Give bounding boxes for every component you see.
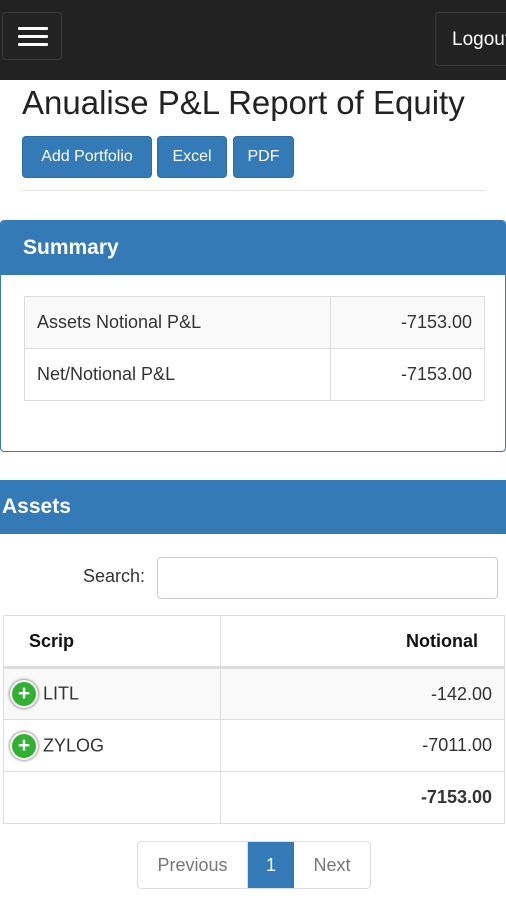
divider: [22, 190, 486, 191]
hamburger-icon-bar: [18, 35, 48, 38]
summary-table: Assets Notional P&L -7153.00 Net/Notiona…: [24, 296, 485, 401]
summary-panel: Summary Assets Notional P&L -7153.00 Net…: [0, 220, 506, 452]
summary-row-value: -7153.00: [330, 348, 485, 401]
column-header-scrip[interactable]: Scrip: [3, 615, 221, 669]
logout-button[interactable]: Logout: [435, 12, 506, 66]
plus-circle-icon[interactable]: +: [10, 680, 38, 708]
top-navbar: Logout: [0, 0, 506, 80]
column-header-notional[interactable]: Notional: [220, 615, 505, 669]
search-input[interactable]: [157, 557, 498, 599]
assets-panel-title: Assets: [0, 480, 506, 534]
pagination-next-button[interactable]: Next: [294, 842, 370, 888]
notional-cell: -142.00: [220, 667, 505, 720]
pdf-export-button[interactable]: PDF: [233, 136, 294, 178]
summary-row-label: Assets Notional P&L: [24, 296, 331, 349]
page-title: Anualise P&L Report of Equity: [22, 84, 465, 121]
summary-row: Assets Notional P&L -7153.00: [24, 296, 485, 349]
scrip-name: ZYLOG: [43, 735, 105, 755]
search-label: Search:: [83, 566, 146, 586]
pagination-page-1[interactable]: 1: [248, 842, 294, 888]
scrip-name: LITL: [43, 683, 80, 704]
summary-row: Net/Notional P&L -7153.00: [24, 348, 485, 401]
scrip-cell: + ZYLOG: [3, 719, 221, 772]
plus-circle-icon[interactable]: +: [10, 731, 38, 760]
scrip-cell: + LITL: [3, 667, 221, 720]
hamburger-icon-bar: [18, 43, 48, 46]
table-row: + LITL -142.00: [3, 667, 505, 720]
notional-cell: -7011.00: [220, 719, 505, 772]
summary-panel-title: Summary: [1, 221, 505, 275]
table-row: + ZYLOG -7011.00: [3, 719, 505, 772]
summary-row-label: Net/Notional P&L: [24, 348, 331, 401]
add-portfolio-button[interactable]: Add Portfolio: [22, 136, 152, 178]
menu-toggle-button[interactable]: [2, 12, 62, 60]
pagination-previous-button[interactable]: Previous: [138, 842, 248, 888]
summary-row-value: -7153.00: [330, 296, 485, 349]
pagination: Previous 1 Next: [137, 841, 371, 889]
table-header-row: Scrip Notional: [3, 615, 505, 669]
hamburger-icon-bar: [18, 27, 48, 30]
assets-table: Scrip Notional + LITL -142.00 + ZYLOG -701…: [3, 615, 505, 824]
table-footer-row: -7153.00: [3, 771, 505, 824]
footer-empty-cell: [3, 771, 221, 824]
excel-export-button[interactable]: Excel: [157, 136, 227, 178]
notional-total: -7153.00: [220, 771, 505, 824]
